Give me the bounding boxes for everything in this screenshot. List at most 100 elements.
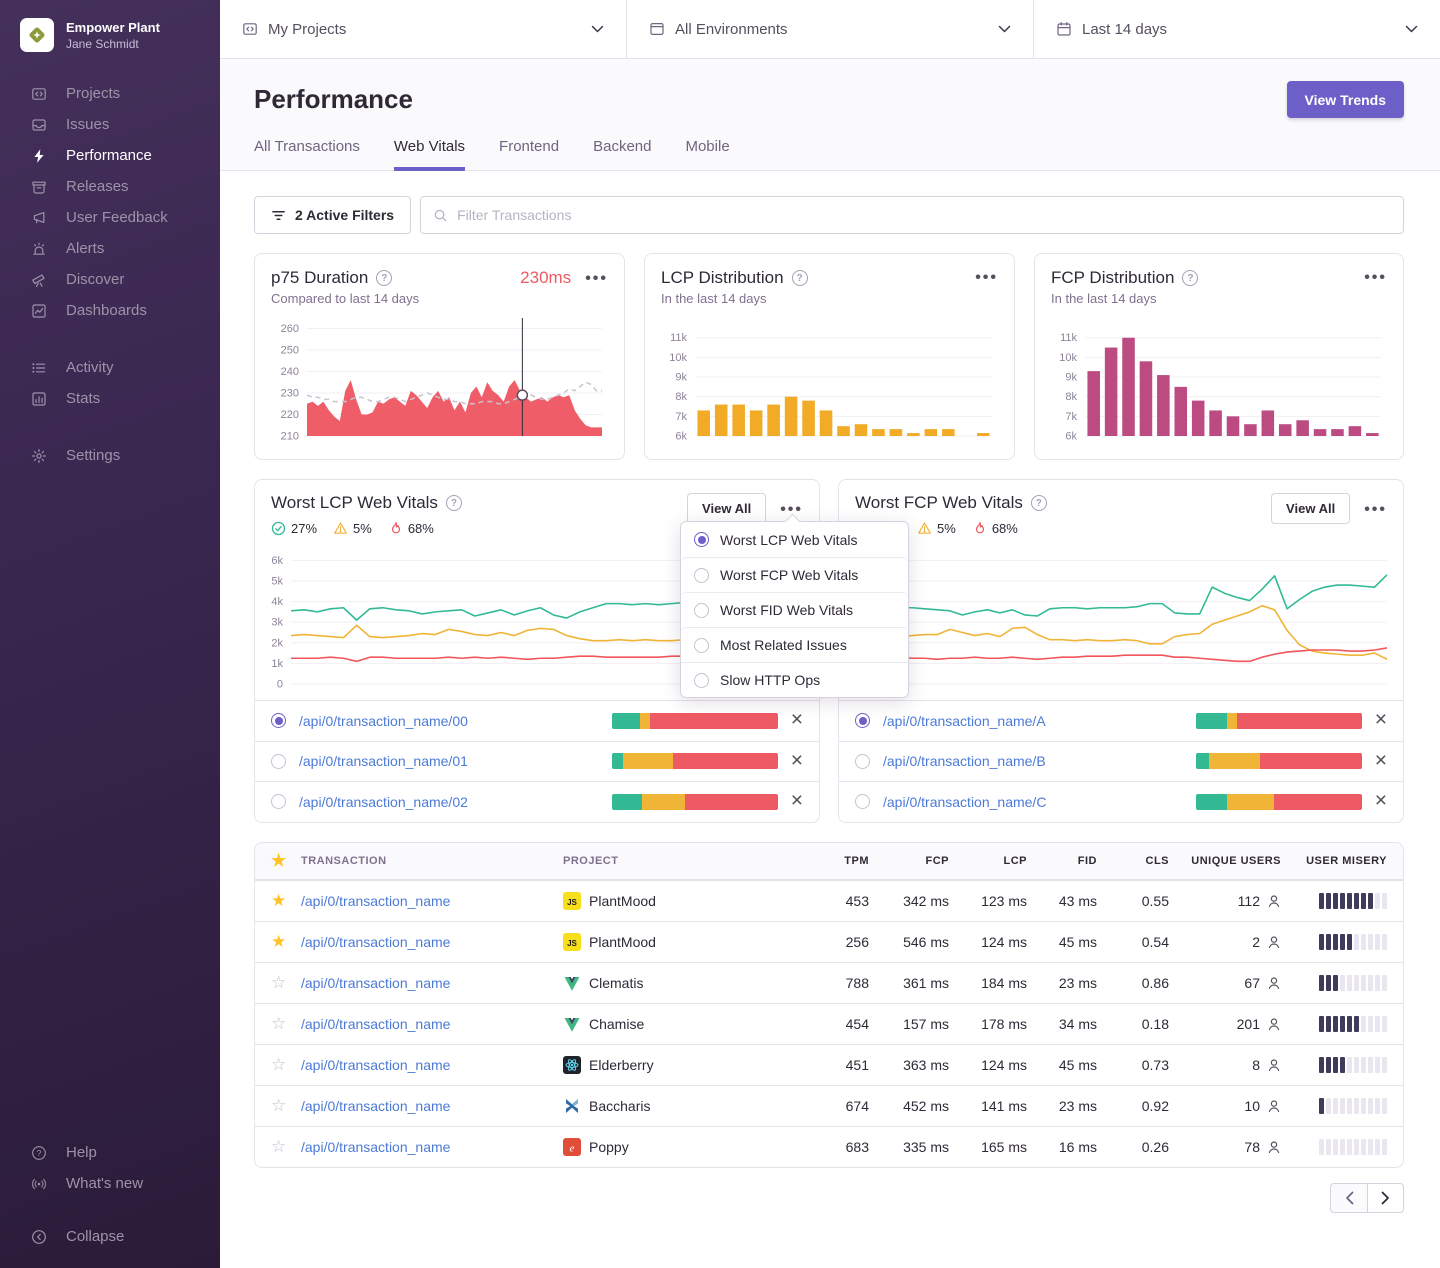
overflow-menu-icon[interactable]: ••• xyxy=(975,268,998,286)
sidebar-item-alerts[interactable]: Alerts xyxy=(0,233,220,264)
next-page-button[interactable] xyxy=(1367,1183,1404,1213)
environment-filter-dropdown[interactable]: All Environments xyxy=(626,0,1033,58)
tab-web-vitals[interactable]: Web Vitals xyxy=(394,138,465,171)
transaction-link[interactable]: /api/0/transaction_name/00 xyxy=(299,713,599,729)
column-header-user-misery[interactable]: USER MISERY xyxy=(1281,855,1387,867)
svg-text:8k: 8k xyxy=(1065,391,1077,403)
dropdown-item-slow-http-ops[interactable]: Slow HTTP Ops xyxy=(681,662,908,697)
star-icon[interactable]: ★ xyxy=(271,892,301,909)
transaction-radio[interactable] xyxy=(855,794,870,809)
column-header-cls[interactable]: CLS xyxy=(1097,855,1169,867)
active-filters-button[interactable]: 2 Active Filters xyxy=(254,196,411,234)
star-icon[interactable]: ☆ xyxy=(271,974,301,991)
sidebar-item-stats[interactable]: Stats xyxy=(0,383,220,414)
date-range-dropdown[interactable]: Last 14 days xyxy=(1033,0,1440,58)
svg-text:240: 240 xyxy=(281,366,299,378)
sidebar-item-user-feedback[interactable]: User Feedback xyxy=(0,202,220,233)
close-icon[interactable]: × xyxy=(1375,750,1387,773)
overflow-menu-icon[interactable]: ••• xyxy=(1364,500,1387,518)
chevron-down-icon xyxy=(591,25,604,33)
overflow-menu-icon[interactable]: ••• xyxy=(1364,268,1387,286)
help-icon: ? xyxy=(30,1144,47,1161)
transaction-link[interactable]: /api/0/transaction_name/B xyxy=(883,753,1183,769)
transaction-link[interactable]: /api/0/transaction_name xyxy=(301,1016,563,1032)
help-question-icon[interactable]: ? xyxy=(1031,495,1047,511)
warning-triangle-icon xyxy=(917,521,932,536)
transaction-link[interactable]: /api/0/transaction_name/01 xyxy=(299,753,599,769)
overflow-menu-icon[interactable]: ••• xyxy=(585,269,608,287)
tab-all-transactions[interactable]: All Transactions xyxy=(254,138,360,171)
star-icon[interactable]: ☆ xyxy=(271,1056,301,1073)
star-icon[interactable]: ☆ xyxy=(271,1138,301,1155)
sidebar-item-performance[interactable]: Performance xyxy=(0,140,220,171)
transaction-link[interactable]: /api/0/transaction_name/C xyxy=(883,794,1183,810)
column-header-project[interactable]: PROJECT xyxy=(563,855,807,867)
close-icon[interactable]: × xyxy=(1375,790,1387,813)
transaction-link[interactable]: /api/0/transaction_name xyxy=(301,1098,563,1114)
tab-mobile[interactable]: Mobile xyxy=(685,138,729,171)
transaction-link[interactable]: /api/0/transaction_name xyxy=(301,934,563,950)
transaction-link[interactable]: /api/0/transaction_name xyxy=(301,1057,563,1073)
tab-frontend[interactable]: Frontend xyxy=(499,138,559,171)
sidebar-item-projects[interactable]: Projects xyxy=(0,78,220,109)
tab-backend[interactable]: Backend xyxy=(593,138,651,171)
column-header-fid[interactable]: FID xyxy=(1027,855,1097,867)
view-all-button[interactable]: View All xyxy=(1271,493,1350,524)
transaction-link[interactable]: /api/0/transaction_name/A xyxy=(883,713,1183,729)
column-header-tpm[interactable]: TPM xyxy=(807,855,869,867)
star-icon[interactable]: ★ xyxy=(271,933,301,950)
search-icon xyxy=(433,208,448,223)
search-input[interactable] xyxy=(457,207,1391,223)
star-column-header-icon[interactable]: ★ xyxy=(271,852,301,869)
column-header-fcp[interactable]: FCP xyxy=(869,855,949,867)
close-icon[interactable]: × xyxy=(791,790,803,813)
help-question-icon[interactable]: ? xyxy=(376,270,392,286)
sidebar-item-help[interactable]: ? Help xyxy=(0,1137,220,1168)
sidebar-item-label: Help xyxy=(66,1144,97,1161)
sidebar-item-activity[interactable]: Activity xyxy=(0,352,220,383)
dropdown-item-most-related-issues[interactable]: Most Related Issues xyxy=(681,627,908,662)
close-icon[interactable]: × xyxy=(1375,709,1387,732)
previous-page-button[interactable] xyxy=(1330,1183,1367,1213)
project-filter-dropdown[interactable]: My Projects xyxy=(220,0,626,58)
chevron-down-icon xyxy=(1405,25,1418,33)
transaction-radio[interactable] xyxy=(271,713,286,728)
transaction-link[interactable]: /api/0/transaction_name xyxy=(301,1139,563,1155)
column-header-transaction[interactable]: TRANSACTION xyxy=(301,855,563,867)
sidebar-collapse-button[interactable]: Collapse xyxy=(0,1221,220,1252)
transaction-link[interactable]: /api/0/transaction_name/02 xyxy=(299,794,599,810)
close-icon[interactable]: × xyxy=(791,709,803,732)
card-subtitle: In the last 14 days xyxy=(1051,291,1387,306)
transaction-radio[interactable] xyxy=(855,754,870,769)
view-trends-button[interactable]: View Trends xyxy=(1287,81,1404,118)
sidebar-item-discover[interactable]: Discover xyxy=(0,264,220,295)
card-title: FCP Distribution xyxy=(1051,268,1174,288)
close-icon[interactable]: × xyxy=(791,750,803,773)
star-icon[interactable]: ☆ xyxy=(271,1015,301,1032)
project-filter-label: My Projects xyxy=(268,21,346,38)
panel-title: Worst FCP Web Vitals xyxy=(855,493,1023,513)
view-all-button[interactable]: View All xyxy=(687,493,766,524)
sidebar-item-dashboards[interactable]: Dashboards xyxy=(0,295,220,326)
column-header-unique-users[interactable]: UNIQUE USERS xyxy=(1169,855,1281,867)
help-question-icon[interactable]: ? xyxy=(792,270,808,286)
transaction-link[interactable]: /api/0/transaction_name xyxy=(301,893,563,909)
transaction-radio[interactable] xyxy=(271,794,286,809)
dropdown-item-worst-fcp[interactable]: Worst FCP Web Vitals xyxy=(681,557,908,592)
column-header-lcp[interactable]: LCP xyxy=(949,855,1027,867)
dropdown-item-worst-lcp[interactable]: Worst LCP Web Vitals xyxy=(681,522,908,557)
help-question-icon[interactable]: ? xyxy=(1182,270,1198,286)
sidebar-item-settings[interactable]: Settings xyxy=(0,440,220,471)
user-icon xyxy=(1267,1058,1281,1072)
transaction-radio[interactable] xyxy=(855,713,870,728)
org-switcher[interactable]: Empower Plant Jane Schmidt xyxy=(0,0,220,52)
worst-fcp-panel: Worst FCP Web Vitals? 27% 5% 68% View Al… xyxy=(838,479,1404,823)
dropdown-item-worst-fid[interactable]: Worst FID Web Vitals xyxy=(681,592,908,627)
star-icon[interactable]: ☆ xyxy=(271,1097,301,1114)
help-question-icon[interactable]: ? xyxy=(446,495,462,511)
sidebar-item-issues[interactable]: Issues xyxy=(0,109,220,140)
sidebar-item-whats-new[interactable]: What's new xyxy=(0,1168,220,1199)
transaction-radio[interactable] xyxy=(271,754,286,769)
transaction-link[interactable]: /api/0/transaction_name xyxy=(301,975,563,991)
sidebar-item-releases[interactable]: Releases xyxy=(0,171,220,202)
